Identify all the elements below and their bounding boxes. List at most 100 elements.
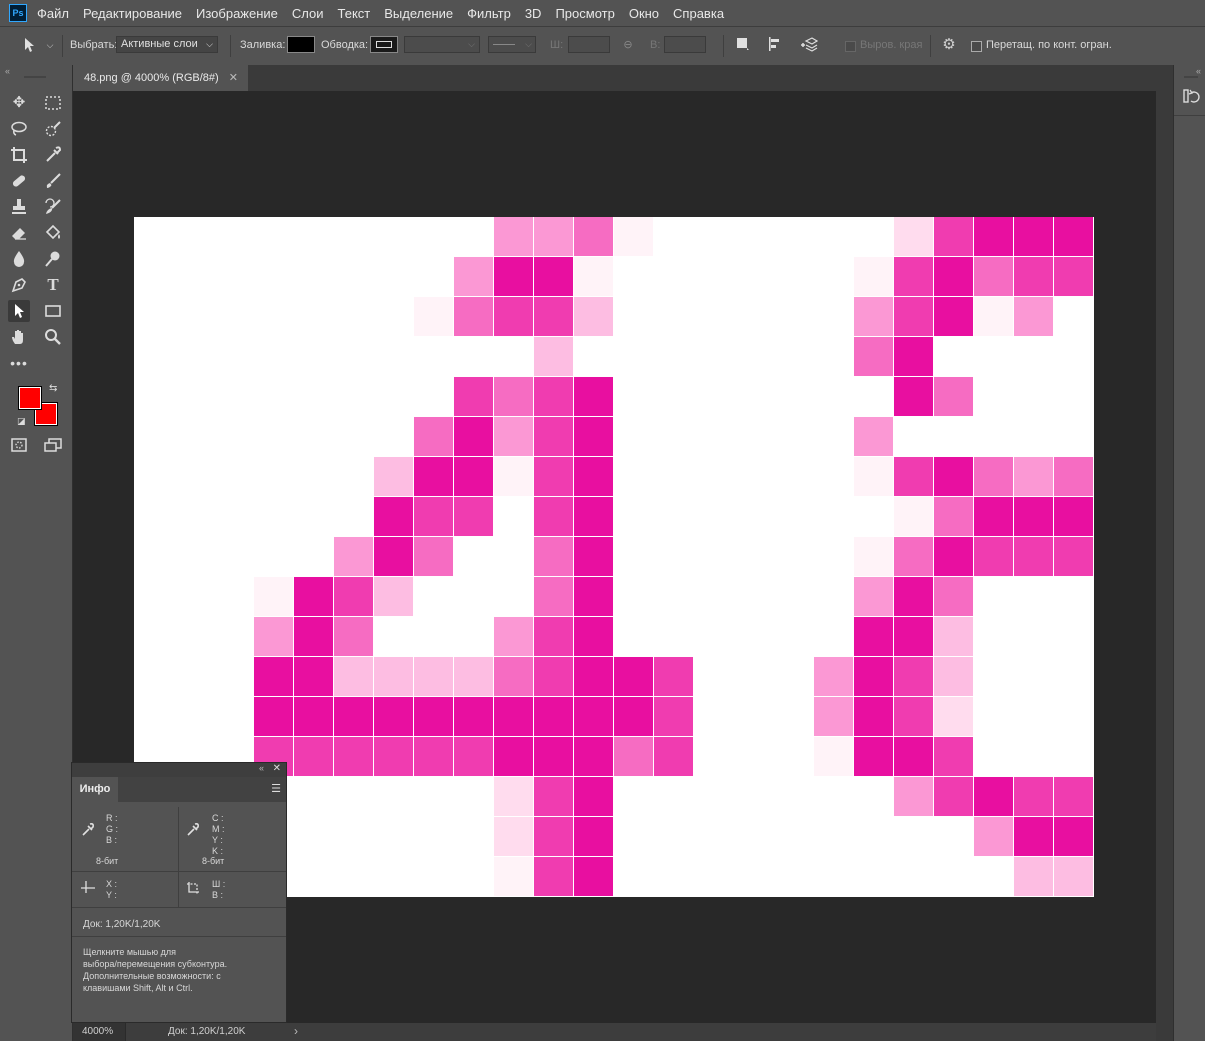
stroke-type-dropdown[interactable]: ⌵ [488, 36, 536, 53]
quick-mask-icon[interactable] [8, 434, 30, 456]
menu-3d[interactable]: 3D [525, 6, 542, 21]
menu-edit[interactable]: Редактирование [83, 6, 182, 21]
close-icon[interactable]: ✕ [273, 763, 281, 774]
rectangle-tool-icon[interactable] [42, 300, 64, 322]
dodge-tool-icon[interactable] [42, 248, 64, 270]
image-pixel [534, 377, 573, 416]
info-r-label: R : [106, 813, 118, 823]
zoom-tool-icon[interactable] [42, 326, 64, 348]
image-pixel [454, 457, 493, 496]
image-pixel [1014, 497, 1053, 536]
link-icon[interactable]: ⊖ [620, 37, 636, 53]
rectangular-marquee-tool-icon[interactable] [42, 92, 64, 114]
fill-color-swatch[interactable] [287, 36, 315, 53]
history-brush-tool-icon[interactable] [42, 196, 64, 218]
document-tab[interactable]: 48.png @ 4000% (RGB/8#) ✕ [73, 65, 248, 91]
foreground-color-swatch[interactable] [18, 386, 42, 410]
close-icon[interactable]: ✕ [229, 65, 238, 91]
menu-layers[interactable]: Слои [292, 6, 324, 21]
image-pixel [894, 497, 933, 536]
info-x-label: X : [106, 879, 118, 889]
image-pixel [494, 697, 533, 736]
image-pixel [494, 617, 533, 656]
image-pixel [294, 657, 333, 696]
info-panel-titlebar[interactable]: « ✕ [72, 763, 286, 777]
select-layers-dropdown[interactable]: Активные слои ⌵ [116, 36, 218, 53]
dock-grip[interactable] [1184, 76, 1198, 78]
paint-bucket-tool-icon[interactable] [42, 222, 64, 244]
type-tool-icon[interactable]: T [42, 274, 64, 296]
menu-help[interactable]: Справка [673, 6, 724, 21]
eyedropper-tool-icon[interactable] [42, 144, 64, 166]
align-edges-checkbox[interactable] [845, 41, 856, 52]
image-pixel [974, 497, 1013, 536]
menu-filter[interactable]: Фильтр [467, 6, 511, 21]
image-pixel [1014, 817, 1053, 856]
chevron-right-icon[interactable]: › [294, 1024, 298, 1038]
swap-colors-icon[interactable]: ⇆ [49, 383, 57, 394]
image-pixel [894, 697, 933, 736]
clone-stamp-tool-icon[interactable] [8, 196, 30, 218]
toolbar-grip[interactable] [24, 76, 46, 78]
image-pixel [1054, 537, 1093, 576]
lasso-tool-icon[interactable] [8, 118, 30, 140]
constrain-path-dragging-checkbox[interactable] [971, 41, 982, 52]
chevron-down-icon[interactable]: ⌵ [42, 37, 58, 53]
canvas-scrollbar[interactable] [1156, 65, 1173, 1041]
image-pixel [574, 377, 613, 416]
path-operations-icon[interactable] [735, 37, 751, 53]
image-pixel [974, 817, 1013, 856]
info-tab[interactable]: Инфо [72, 777, 118, 802]
gear-icon[interactable]: ⚙ [941, 37, 957, 53]
path-alignment-icon[interactable] [767, 37, 783, 53]
path-selection-tool-preset-icon[interactable] [22, 37, 38, 53]
menu-window[interactable]: Окно [629, 6, 659, 21]
crop-tool-icon[interactable] [8, 144, 30, 166]
image-pixel [934, 577, 973, 616]
eraser-tool-icon[interactable] [8, 222, 30, 244]
stroke-width-dropdown[interactable]: ⌵ [404, 36, 480, 53]
more-tools-icon[interactable]: ••• [8, 352, 30, 374]
pen-tool-icon[interactable] [8, 274, 30, 296]
menu-view[interactable]: Просмотр [555, 6, 614, 21]
path-selection-tool-icon[interactable] [8, 300, 30, 322]
collapse-panel-icon[interactable]: « [259, 763, 264, 773]
brush-tool-icon[interactable] [42, 170, 64, 192]
width-input[interactable] [568, 36, 610, 53]
image-pixel [534, 497, 573, 536]
default-colors-icon[interactable]: ◪ [17, 416, 26, 427]
menu-select[interactable]: Выделение [384, 6, 453, 21]
image-pixel [854, 457, 893, 496]
collapse-panel-icon[interactable]: « [5, 66, 10, 76]
zoom-level-field[interactable]: 4000% [73, 1023, 126, 1041]
image-pixel [574, 297, 613, 336]
path-arrangement-icon[interactable] [800, 37, 819, 53]
height-input[interactable] [664, 36, 706, 53]
image-pixel [414, 657, 453, 696]
info-panel-header: Инфо ☰ [72, 777, 286, 802]
menu-file[interactable]: Файл [37, 6, 69, 21]
hand-tool-icon[interactable] [8, 326, 30, 348]
eyedropper-icon [81, 823, 95, 840]
info-g-label: G : [106, 824, 119, 834]
image-pixel [454, 697, 493, 736]
panel-menu-icon[interactable]: ☰ [271, 782, 281, 795]
stroke-color-swatch[interactable] [370, 36, 398, 53]
image-pixel [854, 417, 893, 456]
move-tool-icon[interactable]: ✥ [8, 92, 30, 114]
image-pixel [574, 257, 613, 296]
menu-type[interactable]: Текст [338, 6, 371, 21]
expand-panels-icon[interactable]: « [1196, 66, 1201, 76]
quick-selection-tool-icon[interactable] [42, 118, 64, 140]
toolbar: « ✥ T ••• ⇆ ◪ [0, 65, 73, 1041]
screen-mode-icon[interactable] [42, 434, 64, 456]
image-pixel [934, 617, 973, 656]
info-bit-depth-left: 8-бит [96, 856, 119, 866]
crosshair-icon [81, 881, 95, 898]
blur-tool-icon[interactable] [8, 248, 30, 270]
healing-brush-tool-icon[interactable] [8, 170, 30, 192]
history-panel-icon[interactable] [1182, 87, 1200, 105]
image-pixel [894, 257, 933, 296]
image-pixel [934, 537, 973, 576]
menu-image[interactable]: Изображение [196, 6, 278, 21]
